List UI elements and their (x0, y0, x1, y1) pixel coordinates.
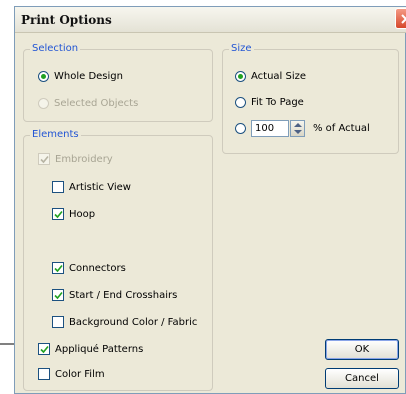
percent-stepper[interactable]: 100 (251, 119, 305, 137)
radio-indicator (38, 97, 49, 109)
color-film-label: Color Film (55, 368, 105, 380)
selected-objects-label: Selected Objects (54, 97, 139, 109)
radio-indicator (235, 96, 246, 108)
size-group: Size Actual Size Fit To Page 100 % of Ac… (222, 43, 399, 154)
checkbox-box (52, 316, 64, 328)
checkmark-icon (40, 345, 49, 354)
background-label: Background Color / Fabric (69, 316, 198, 328)
selection-group: Selection Whole Design Selected Objects (23, 43, 213, 122)
selection-legend: Selection (30, 43, 81, 55)
elements-group: Elements Embroidery Artistic View Hoop C… (23, 129, 213, 391)
print-options-dialog: Print Options Selection Whole Design Sel… (14, 6, 406, 394)
elements-legend: Elements (30, 129, 81, 141)
actual-size-label: Actual Size (251, 70, 307, 82)
ok-button[interactable]: OK (325, 339, 399, 360)
dialog-title: Print Options (21, 13, 112, 27)
checkbox-box (38, 343, 50, 355)
connectors-checkbox[interactable]: Connectors (52, 260, 126, 276)
actual-size-radio[interactable]: Actual Size (235, 68, 306, 84)
connectors-label: Connectors (69, 262, 126, 274)
close-button[interactable] (395, 8, 406, 29)
radio-indicator (38, 70, 49, 82)
color-film-checkbox[interactable]: Color Film (38, 366, 105, 382)
checkmark-icon (54, 264, 63, 273)
applique-checkbox[interactable]: Appliqué Patterns (38, 341, 143, 357)
embroidery-checkbox[interactable]: Embroidery (38, 151, 113, 167)
background-checkbox[interactable]: Background Color / Fabric (52, 314, 197, 330)
checkbox-box (38, 153, 50, 165)
artistic-view-label: Artistic View (69, 181, 131, 193)
percent-row: 100 % of Actual (235, 119, 370, 137)
close-icon (401, 14, 406, 24)
checkbox-box (38, 368, 50, 380)
checkbox-box (52, 262, 64, 274)
hoop-label: Hoop (69, 208, 96, 220)
crosshairs-checkbox[interactable]: Start / End Crosshairs (52, 287, 177, 303)
fit-to-page-radio[interactable]: Fit To Page (235, 94, 304, 110)
crosshairs-label: Start / End Crosshairs (69, 289, 178, 301)
percent-suffix: % of Actual (313, 122, 370, 134)
artistic-view-checkbox[interactable]: Artistic View (52, 179, 131, 195)
embroidery-label: Embroidery (55, 153, 113, 165)
cancel-button[interactable]: Cancel (325, 368, 399, 389)
checkbox-box (52, 208, 64, 220)
percent-input[interactable]: 100 (251, 119, 289, 137)
radio-indicator (235, 70, 246, 82)
percent-radio[interactable] (235, 122, 246, 134)
checkbox-box (52, 289, 64, 301)
up-down-icon[interactable] (290, 119, 305, 137)
whole-design-label: Whole Design (54, 70, 123, 82)
whole-design-radio[interactable]: Whole Design (38, 68, 123, 84)
checkbox-box (52, 181, 64, 193)
checkmark-icon (54, 291, 63, 300)
title-bar: Print Options (15, 7, 406, 33)
applique-label: Appliqué Patterns (55, 343, 144, 355)
hoop-checkbox[interactable]: Hoop (52, 206, 95, 222)
checkmark-icon (40, 155, 49, 164)
size-legend: Size (229, 43, 254, 55)
checkmark-icon (54, 210, 63, 219)
fit-to-page-label: Fit To Page (251, 96, 304, 108)
selected-objects-radio[interactable]: Selected Objects (38, 95, 138, 111)
